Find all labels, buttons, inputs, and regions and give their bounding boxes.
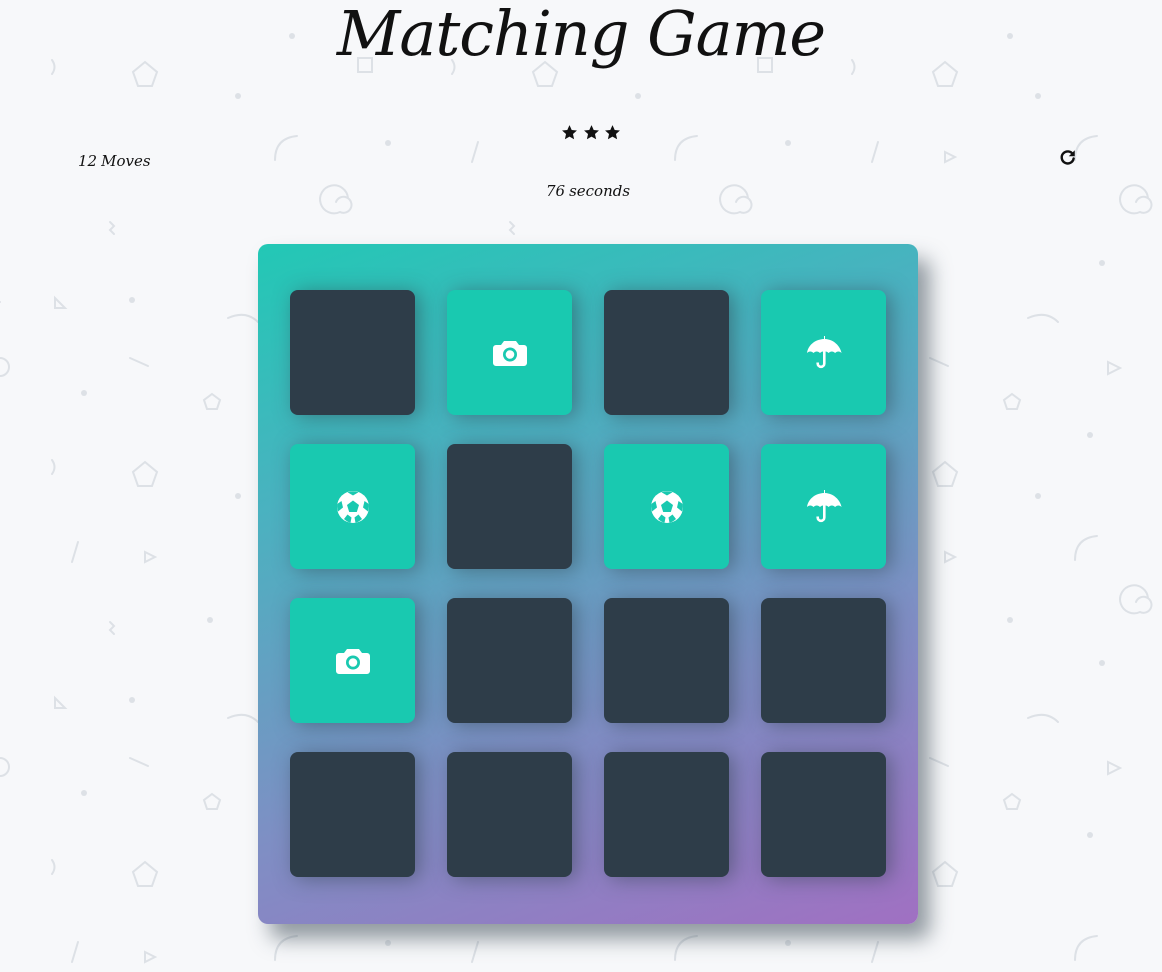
soccer-ball-icon (333, 487, 373, 527)
card-hidden[interactable] (290, 290, 415, 415)
star-rating (561, 124, 621, 141)
card-matched[interactable] (761, 290, 886, 415)
card-deck (258, 244, 918, 924)
card-matched[interactable] (290, 598, 415, 723)
timer-unit: seconds (569, 182, 631, 200)
moves-counter: 12 Moves (78, 152, 155, 170)
card-matched[interactable] (604, 444, 729, 569)
card-hidden[interactable] (761, 752, 886, 877)
card-hidden[interactable] (604, 598, 729, 723)
moves-count: 12 (78, 152, 98, 170)
star-icon (605, 125, 620, 140)
star-icon (583, 125, 599, 140)
card-hidden[interactable] (447, 444, 572, 569)
timer: 76 seconds (0, 182, 1162, 200)
repeat-icon (1060, 150, 1075, 165)
restart-button[interactable] (1059, 148, 1077, 166)
camera-icon (490, 333, 530, 373)
umbrella-icon (804, 333, 844, 373)
card-matched[interactable] (447, 290, 572, 415)
card-hidden[interactable] (761, 598, 886, 723)
umbrella-icon (804, 487, 844, 527)
card-hidden[interactable] (447, 598, 572, 723)
card-matched[interactable] (761, 444, 886, 569)
soccer-ball-icon (647, 487, 687, 527)
card-hidden[interactable] (604, 752, 729, 877)
star-icon (562, 125, 577, 140)
card-hidden[interactable] (447, 752, 572, 877)
page-title: Matching Game (336, 0, 826, 70)
card-hidden[interactable] (290, 752, 415, 877)
camera-icon (333, 641, 373, 681)
moves-label: Moves (101, 152, 151, 170)
card-matched[interactable] (290, 444, 415, 569)
card-hidden[interactable] (604, 290, 729, 415)
timer-value: 76 (545, 182, 566, 200)
